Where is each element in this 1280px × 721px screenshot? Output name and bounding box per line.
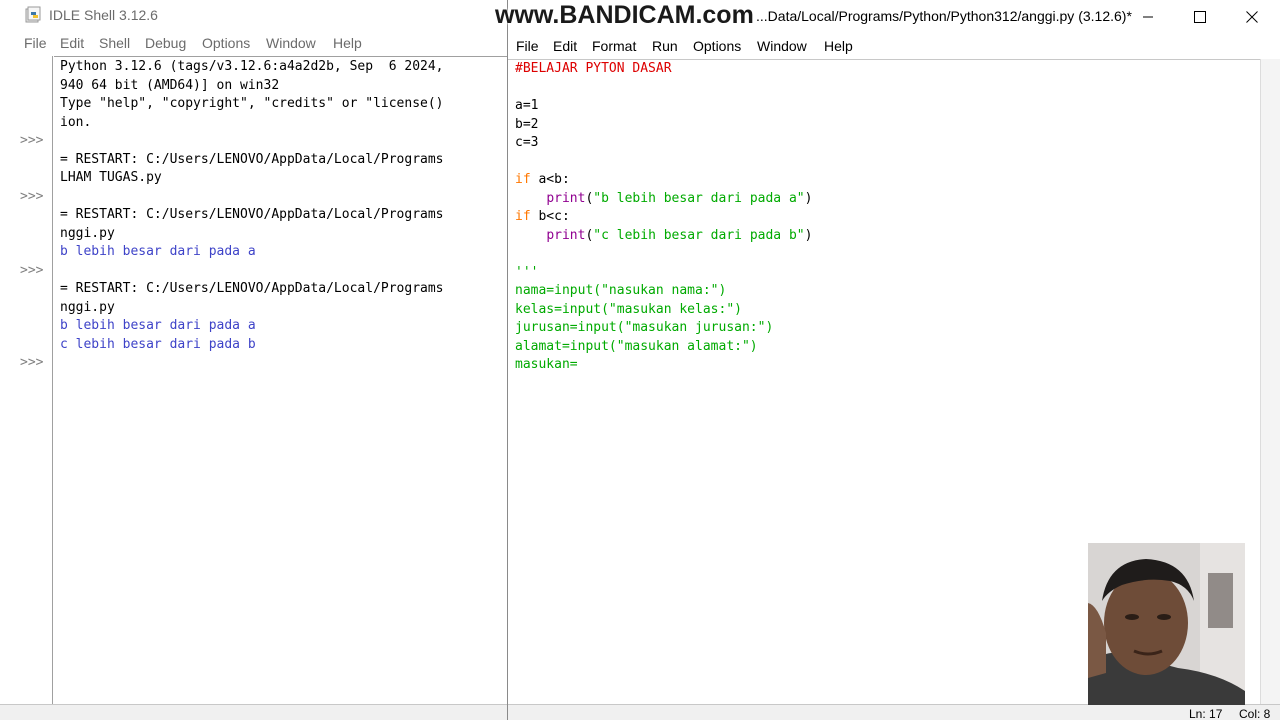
shell-text-line: = RESTART: C:/Users/LENOVO/AppData/Local… xyxy=(60,151,444,167)
editor-menu-file[interactable]: File xyxy=(516,38,539,54)
shell-menu-window[interactable]: Window xyxy=(266,35,316,51)
code-line: jurusan=input("masukan jurusan:") xyxy=(515,320,773,335)
code-token-default: ) xyxy=(804,227,813,243)
code-token-string: "b lebih besar dari pada a" xyxy=(593,190,805,206)
maximize-button[interactable] xyxy=(1174,0,1226,34)
shell-text-line: nggi.py xyxy=(60,225,115,241)
code-token-default: b=2 xyxy=(515,116,539,132)
editor-menu-window[interactable]: Window xyxy=(757,38,807,54)
shell-menubar: File Edit Shell Debug Options Window Hel… xyxy=(0,32,508,56)
shell-text-line: = RESTART: C:/Users/LENOVO/AppData/Local… xyxy=(60,207,444,222)
code-line: b=2 xyxy=(515,117,538,132)
code-token-keyword: if xyxy=(515,172,531,187)
code-token-comment: #BELAJAR PYTON DASAR xyxy=(515,61,672,76)
code-token-builtin: print xyxy=(546,190,586,206)
shell-menu-file[interactable]: File xyxy=(24,35,47,51)
code-token-string: kelas=input("masukan kelas:") xyxy=(515,301,742,317)
code-token-default: a=1 xyxy=(515,98,539,113)
shell-prompt-sidebar xyxy=(0,56,53,704)
code-line: print("c lebih besar dari pada b") xyxy=(515,228,812,243)
code-line: if a<b: xyxy=(515,172,570,187)
code-token-string: masukan= xyxy=(515,357,578,372)
status-line-number: Ln: 17 xyxy=(1189,707,1223,721)
close-icon xyxy=(1246,11,1258,23)
close-button[interactable] xyxy=(1226,0,1278,34)
editor-status-bar: Ln: 17 Col: 8 xyxy=(508,704,1280,721)
shell-program-output-line: c lebih besar dari pada b xyxy=(60,336,256,352)
code-token-string: nama=input("nasukan nama:") xyxy=(515,283,727,298)
shell-titlebar[interactable]: IDLE Shell 3.12.6 xyxy=(0,0,508,32)
code-token-default xyxy=(515,191,546,206)
status-column-number: Col: 8 xyxy=(1239,707,1271,721)
code-token-string: alamat=input("masukan alamat:") xyxy=(515,338,758,354)
code-token-builtin: print xyxy=(546,227,586,243)
shell-text-line: = RESTART: C:/Users/LENOVO/AppData/Local… xyxy=(60,281,444,296)
code-line: kelas=input("masukan kelas:") xyxy=(515,302,742,317)
code-token-string: "c lebih besar dari pada b" xyxy=(593,227,805,243)
shell-menu-options[interactable]: Options xyxy=(202,35,250,51)
bandicam-watermark: www.BANDICAM.com xyxy=(495,1,754,29)
code-line: nama=input("nasukan nama:") xyxy=(515,283,726,298)
code-token-default: c=3 xyxy=(515,135,539,150)
shell-program-output-line: b lebih besar dari pada a xyxy=(60,318,256,333)
shell-program-output-line: b lebih besar dari pada a xyxy=(60,244,256,259)
shell-divider xyxy=(54,56,508,57)
editor-menu-format[interactable]: Format xyxy=(592,38,636,54)
code-line: c=3 xyxy=(515,135,538,150)
shell-window: IDLE Shell 3.12.6 File Edit Shell Debug … xyxy=(0,0,508,720)
shell-text-line: Type "help", "copyright", "credits" or "… xyxy=(60,96,444,111)
shell-text-line: Python 3.12.6 (tags/v3.12.6:a4a2d2b, Sep… xyxy=(60,59,444,74)
editor-menu-edit[interactable]: Edit xyxy=(553,38,577,54)
shell-prompt-marker: >>> xyxy=(20,262,44,278)
editor-menu-help[interactable]: Help xyxy=(824,38,853,54)
shell-status-bar xyxy=(0,704,508,720)
code-token-default: ) xyxy=(804,190,813,206)
code-token-default: b<c: xyxy=(530,209,570,224)
shell-text-line: ion. xyxy=(60,114,92,130)
maximize-icon xyxy=(1194,11,1206,23)
code-line: if b<c: xyxy=(515,209,570,224)
shell-menu-edit[interactable]: Edit xyxy=(60,35,84,51)
shell-text-line: LHAM TUGAS.py xyxy=(60,170,162,185)
webcam-overlay xyxy=(1088,543,1245,705)
editor-window-title: ...Data/Local/Programs/Python/Python312/… xyxy=(756,8,1132,24)
shell-text-line: 940 64 bit (AMD64)] on win32 xyxy=(60,77,280,93)
code-token-keyword: if xyxy=(515,209,531,224)
shell-text-line: nggi.py xyxy=(60,299,115,315)
shell-prompt-marker: >>> xyxy=(20,188,44,204)
code-line: print("b lebih besar dari pada a") xyxy=(515,191,812,206)
editor-scrollbar[interactable] xyxy=(1260,59,1280,704)
shell-menu-debug[interactable]: Debug xyxy=(145,35,186,51)
minimize-icon xyxy=(1143,16,1153,18)
shell-prompt-marker: >>> xyxy=(20,133,44,148)
shell-window-title: IDLE Shell 3.12.6 xyxy=(49,7,158,23)
code-line: a=1 xyxy=(515,98,538,113)
editor-menubar: File Edit Format Run Options Window Help xyxy=(508,34,1280,58)
editor-menu-options[interactable]: Options xyxy=(693,38,741,54)
code-token-string: jurusan=input("masukan jurusan:") xyxy=(515,320,774,335)
code-line: alamat=input("masukan alamat:") xyxy=(515,339,758,354)
minimize-button[interactable] xyxy=(1122,0,1174,34)
code-line: masukan= xyxy=(515,357,578,372)
shell-menu-shell[interactable]: Shell xyxy=(99,35,130,51)
code-token-default xyxy=(515,228,546,243)
code-token-default: a<b: xyxy=(530,172,570,187)
webcam-person-image xyxy=(1088,543,1245,705)
code-line: ''' xyxy=(515,265,538,280)
editor-menu-run[interactable]: Run xyxy=(652,38,678,54)
python-idle-icon xyxy=(25,6,41,23)
code-token-string: ''' xyxy=(515,264,539,280)
shell-output-area[interactable]: Python 3.12.6 (tags/v3.12.6:a4a2d2b, Sep… xyxy=(54,58,508,704)
code-line: #BELAJAR PYTON DASAR xyxy=(515,61,672,76)
shell-menu-help[interactable]: Help xyxy=(333,35,362,51)
shell-prompt-marker: >>> xyxy=(20,355,44,370)
